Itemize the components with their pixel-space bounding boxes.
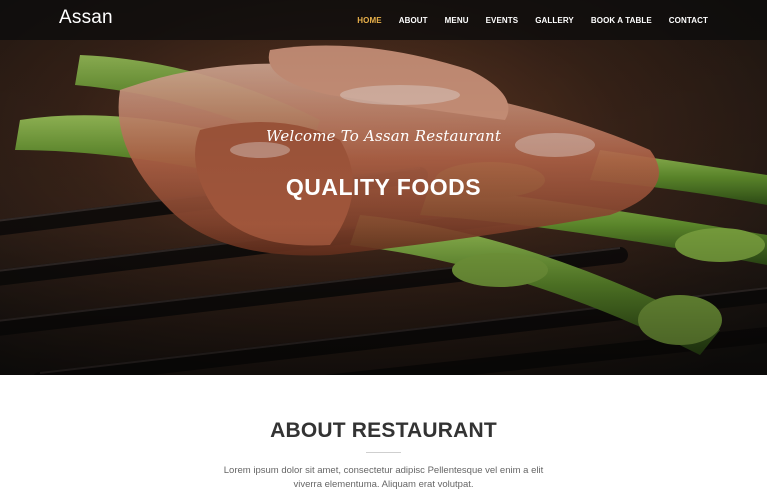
nav-item-contact[interactable]: CONTACT [669, 16, 708, 25]
hero-welcome-text: Welcome To Assan Restaurant [265, 127, 502, 145]
hero-caption: Welcome To Assan Restaurant QUALITY FOOD… [0, 0, 767, 375]
nav-menu: HOME ABOUT MENU EVENTS GALLERY BOOK A TA… [340, 0, 708, 40]
nav-item-events[interactable]: EVENTS [486, 16, 519, 25]
brand-logo[interactable]: Assan [59, 7, 113, 29]
hero-title: QUALITY FOODS [285, 174, 482, 200]
nav-item-home[interactable]: HOME [357, 16, 381, 25]
nav-item-gallery[interactable]: GALLERY [535, 16, 574, 25]
nav-item-about[interactable]: ABOUT [399, 16, 428, 25]
about-section: ABOUT RESTAURANT Lorem ipsum dolor sit a… [0, 375, 767, 500]
about-divider [366, 452, 401, 453]
about-title: ABOUT RESTAURANT [270, 419, 497, 442]
hero-section: Assan HOME ABOUT MENU EVENTS GALLERY BOO… [0, 0, 767, 375]
about-text: Lorem ipsum dolor sit amet, consectetur … [223, 465, 544, 490]
nav-item-menu[interactable]: MENU [445, 16, 469, 25]
nav-item-book-a-table[interactable]: BOOK A TABLE [591, 16, 652, 25]
top-navbar: Assan HOME ABOUT MENU EVENTS GALLERY BOO… [0, 0, 767, 40]
